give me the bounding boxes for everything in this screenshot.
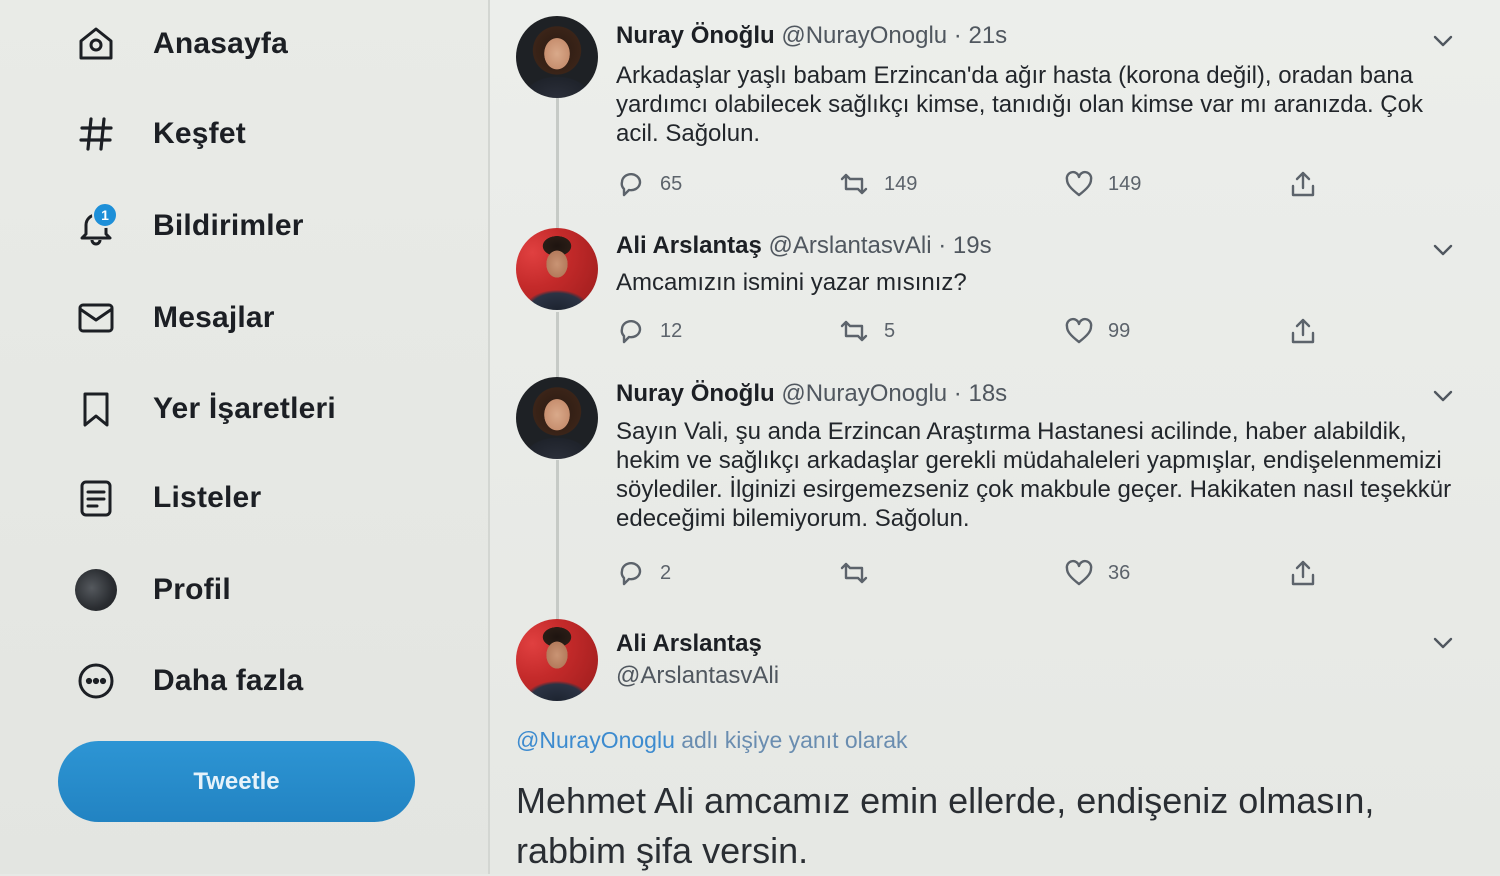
chevron-down-icon[interactable] xyxy=(1430,630,1456,656)
reply-button[interactable]: 2 xyxy=(616,555,671,591)
separator-dot: · xyxy=(953,22,962,49)
author-handle[interactable]: @NurayOnoglu xyxy=(781,22,947,49)
sidebar-item-label: Profil xyxy=(153,573,231,606)
reply-context-text: adlı kişiye yanıt olarak xyxy=(674,727,908,753)
separator-dot: · xyxy=(938,232,947,259)
author-handle[interactable]: @NurayOnoglu xyxy=(781,380,947,407)
tweet-text: Arkadaşlar yaşlı babam Erzincan'da ağır … xyxy=(616,62,1423,147)
like-count: 149 xyxy=(1108,172,1142,195)
sidebar-item-profile[interactable]: Profil xyxy=(72,564,231,616)
sidebar-item-messages[interactable]: Mesajlar xyxy=(72,292,275,344)
tweet-text: Sayın Vali, şu anda Erzincan Araştırma H… xyxy=(616,418,1452,532)
thread-line xyxy=(556,98,559,230)
author-name[interactable]: Nuray Önoğlu xyxy=(616,22,775,49)
timestamp[interactable]: 18s xyxy=(968,380,1007,407)
mail-icon xyxy=(72,294,120,342)
tweet-text: Amcamızın ismini yazar mısınız? xyxy=(616,269,967,296)
chevron-down-icon[interactable] xyxy=(1430,383,1456,409)
home-icon xyxy=(72,20,120,68)
author-name[interactable]: Ali Arslantaş xyxy=(616,630,762,658)
like-button[interactable]: 36 xyxy=(1064,555,1130,591)
thread-line xyxy=(556,460,559,620)
profile-avatar xyxy=(72,566,120,614)
avatar[interactable] xyxy=(516,16,598,98)
bookmark-icon xyxy=(72,385,120,433)
author-handle[interactable]: @ArslantasvAli xyxy=(616,662,779,690)
sidebar-item-lists[interactable]: Listeler xyxy=(72,472,261,524)
timestamp[interactable]: 19s xyxy=(953,232,992,259)
sidebar-item-home[interactable]: Anasayfa xyxy=(72,18,288,70)
more-icon xyxy=(72,657,120,705)
reply-mention-link[interactable]: @NurayOnoglu xyxy=(516,727,675,753)
sidebar-item-notifications[interactable]: 1 Bildirimler xyxy=(72,200,304,252)
reply-icon xyxy=(620,562,642,586)
reply-icon xyxy=(620,320,642,344)
share-button[interactable] xyxy=(1288,313,1318,349)
retweet-count: 5 xyxy=(884,319,896,342)
focus-tweet-text: Mehmet Ali amcamız emin ellerde, endişen… xyxy=(516,780,1375,871)
retweet-button[interactable] xyxy=(838,555,870,591)
sidebar-item-label: Yer İşaretleri xyxy=(153,392,336,425)
retweet-button[interactable]: 5 xyxy=(838,313,895,349)
thread-line xyxy=(556,312,559,378)
sidebar-item-label: Keşfet xyxy=(153,117,246,150)
reply-icon xyxy=(620,173,642,197)
heart-icon xyxy=(1065,317,1093,344)
sidebar-item-label: Listeler xyxy=(153,481,262,514)
share-button[interactable] xyxy=(1288,166,1318,202)
tweet-header: Nuray Önoğlu @NurayOnoglu · 21s xyxy=(616,22,1007,50)
avatar[interactable] xyxy=(516,377,598,459)
share-icon xyxy=(1291,171,1315,197)
reply-button[interactable]: 12 xyxy=(616,313,682,349)
heart-icon xyxy=(1065,559,1093,586)
sidebar-item-label: Mesajlar xyxy=(153,301,275,334)
sidebar: Anasayfa Keşfet 1 Bildirimler Mesajlar Y… xyxy=(0,0,488,874)
separator-dot: · xyxy=(953,380,962,407)
retweet-count: 149 xyxy=(884,172,918,195)
sidebar-item-label: Bildirimler xyxy=(153,209,304,242)
list-icon xyxy=(72,474,120,522)
retweet-icon xyxy=(840,173,868,195)
sidebar-item-label: Daha fazla xyxy=(153,664,304,697)
retweet-icon xyxy=(840,562,868,584)
author-name[interactable]: Ali Arslantaş xyxy=(616,232,762,259)
tweet-header: Ali Arslantaş @ArslantasvAli · 19s xyxy=(616,232,992,260)
share-button[interactable] xyxy=(1288,555,1318,591)
timeline: Nuray Önoğlu @NurayOnoglu · 21s Arkadaşl… xyxy=(490,0,1500,874)
retweet-button[interactable]: 149 xyxy=(838,166,917,202)
tweet-button[interactable]: Tweetle xyxy=(58,741,415,822)
sidebar-item-bookmarks[interactable]: Yer İşaretleri xyxy=(72,383,336,435)
notification-badge: 1 xyxy=(92,202,118,228)
like-button[interactable]: 99 xyxy=(1064,313,1130,349)
tweet-actions: 65 149 149 xyxy=(616,166,1336,202)
reply-count: 2 xyxy=(660,561,672,584)
avatar[interactable] xyxy=(516,228,598,310)
tweet-actions: 12 5 99 xyxy=(616,313,1336,349)
reply-button[interactable]: 65 xyxy=(616,166,682,202)
reply-context: @NurayOnoglu adlı kişiye yanıt olarak xyxy=(516,727,908,754)
retweet-icon xyxy=(840,320,868,342)
share-icon xyxy=(1291,318,1315,344)
sidebar-item-label: Anasayfa xyxy=(153,27,289,60)
reply-count: 12 xyxy=(660,319,683,342)
bell-icon: 1 xyxy=(72,202,120,250)
reply-count: 65 xyxy=(660,172,683,195)
like-button[interactable]: 149 xyxy=(1064,166,1141,202)
author-handle[interactable]: @ArslantasvAli xyxy=(769,232,932,259)
heart-icon xyxy=(1065,170,1093,197)
sidebar-item-explore[interactable]: Keşfet xyxy=(72,108,246,160)
like-count: 99 xyxy=(1108,319,1131,342)
tweet-actions: 2 36 xyxy=(616,555,1336,591)
hashtag-icon xyxy=(72,110,120,158)
like-count: 36 xyxy=(1108,561,1131,584)
author-name[interactable]: Nuray Önoğlu xyxy=(616,380,775,407)
share-icon xyxy=(1291,560,1315,586)
chevron-down-icon[interactable] xyxy=(1430,28,1456,54)
avatar[interactable] xyxy=(516,619,598,701)
timestamp[interactable]: 21s xyxy=(968,22,1007,49)
tweet-header: Nuray Önoğlu @NurayOnoglu · 18s xyxy=(616,380,1007,408)
chevron-down-icon[interactable] xyxy=(1430,237,1456,263)
sidebar-item-more[interactable]: Daha fazla xyxy=(72,655,303,707)
